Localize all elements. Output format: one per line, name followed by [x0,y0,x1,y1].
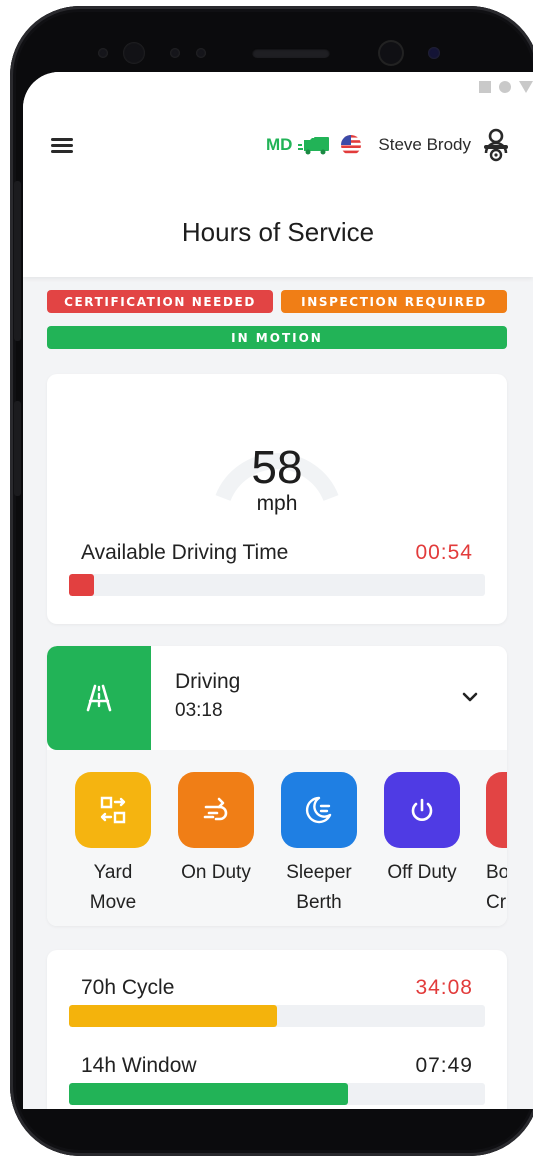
on-duty-option[interactable]: On Duty [177,772,255,888]
cycle-70h-label: 70h Cycle [81,976,175,999]
inspection-required-badge[interactable]: INSPECTION REQUIRED [281,290,507,313]
cycle-70h-value: 34:08 [415,976,473,999]
available-driving-value: 00:54 [415,541,473,564]
off-duty-option[interactable]: Off Duty [383,772,461,888]
status-options: Yard Move On Duty Sleeper Berth Off Duty… [47,750,507,926]
cycle-70h-progress [69,1005,485,1027]
hamburger-menu-icon[interactable] [51,135,75,155]
system-status-icons [479,81,533,95]
off-duty-label: Off Duty [387,862,457,883]
alert-badges: CERTIFICATION NEEDED INSPECTION REQUIRED… [47,290,507,349]
page-title: Hours of Service [181,217,375,247]
driving-status-button[interactable] [47,646,151,750]
available-driving-progress [69,574,485,596]
window-14h-progress-fill [69,1083,348,1105]
state-code: MD [265,135,293,154]
border-crossing-label: Bo Cr [486,862,507,913]
driver-profile-icon[interactable] [483,128,509,162]
available-driving-label: Available Driving Time [81,541,289,564]
current-status-header[interactable]: Driving 03:18 [47,646,507,750]
camera-lens [378,40,404,66]
window-14h-label: 14h Window [81,1054,197,1077]
border-crossing-option[interactable]: Bo Cr [486,772,507,918]
yard-move-label: Yard Move [89,862,137,913]
app-header: MD Steve Brody Hours of Service [23,72,533,277]
square-icon [479,81,491,93]
sensor-dot [196,48,206,58]
power-icon[interactable] [384,772,460,848]
current-status-name: Driving [175,670,241,693]
sleeper-berth-option[interactable]: Sleeper Berth [280,772,358,918]
border-crossing-icon[interactable] [486,772,507,848]
speed-value: 58 [251,441,303,493]
on-duty-label: On Duty [181,862,251,883]
available-driving-progress-fill [69,574,94,596]
earpiece-speaker [252,48,330,58]
sensor-dot [170,48,180,58]
sleeper-berth-label: Sleeper Berth [286,862,352,913]
in-motion-badge: IN MOTION [47,326,507,349]
app-screen: MD Steve Brody Hours of Service CERTIFIC… [23,72,533,1109]
truck-icon [298,137,330,155]
triangle-icon [519,81,533,93]
cycle-70h-progress-fill [69,1005,277,1027]
circle-icon [499,81,511,93]
road-icon [86,684,112,712]
speed-unit: mph [256,492,298,515]
sleeper-berth-icon[interactable] [281,772,357,848]
yard-move-option[interactable]: Yard Move [74,772,152,918]
driver-name[interactable]: Steve Brody [378,135,471,155]
hours-cycle-card: 70h Cycle 34:08 14h Window 07:49 [47,950,507,1109]
header-status: MD Steve Brody [266,128,509,162]
certification-needed-badge[interactable]: CERTIFICATION NEEDED [47,290,273,313]
us-flag-icon [341,135,362,155]
on-duty-icon[interactable] [178,772,254,848]
volume-button [14,181,21,341]
power-button [14,401,21,496]
speed-card: 58 mph Available Driving Time 00:54 [47,374,507,624]
proximity-sensor [428,47,440,59]
yard-move-icon[interactable] [75,772,151,848]
window-14h-progress [69,1083,485,1105]
window-14h-value: 07:49 [415,1054,473,1077]
front-camera [123,42,145,64]
current-status-elapsed: 03:18 [175,700,223,721]
sensor-dot [98,48,108,58]
chevron-down-icon[interactable] [459,686,481,708]
duty-status-card: Driving 03:18 Yard Move On Duty Sleeper … [47,646,507,926]
